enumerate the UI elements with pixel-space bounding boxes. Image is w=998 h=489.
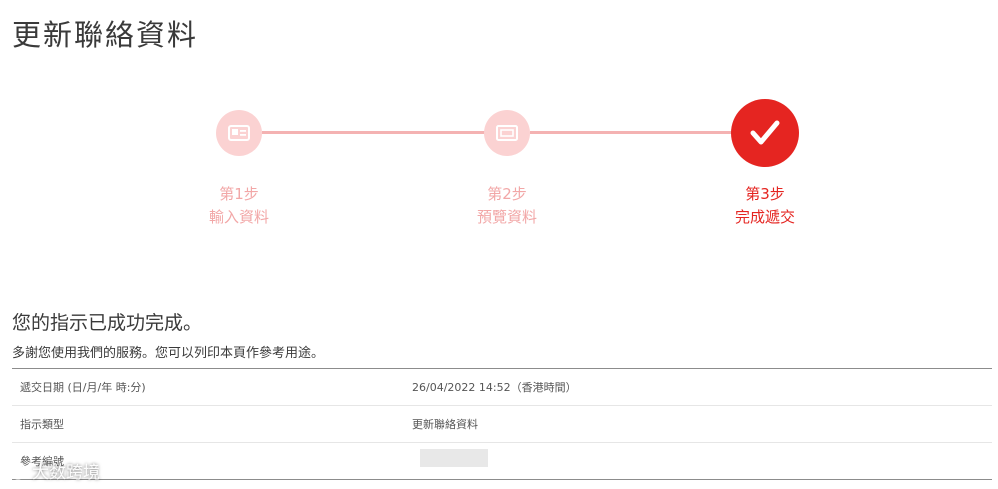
table-row: 參考編號 bbox=[12, 443, 992, 480]
step-connector-1 bbox=[262, 131, 486, 134]
instruction-type-value: 更新聯絡資料 bbox=[412, 418, 478, 431]
checkmark-icon bbox=[750, 120, 780, 145]
id-card-icon bbox=[228, 125, 250, 141]
step-1-label: 輸入資料 bbox=[208, 208, 269, 226]
watermark-text: 大数跨境 bbox=[32, 463, 100, 483]
watermark-logo-icon bbox=[9, 462, 27, 479]
instruction-type-label: 指示類型 bbox=[20, 418, 64, 431]
table-row: 指示類型 更新聯絡資料 bbox=[12, 406, 992, 443]
success-title: 您的指示已成功完成。 bbox=[12, 312, 203, 334]
step-3-label: 完成遞交 bbox=[734, 208, 795, 226]
details-table: 遞交日期 (日/月/年 時:分) 26/04/2022 14:52（香港時間） … bbox=[12, 368, 992, 480]
submission-date-value: 26/04/2022 14:52（香港時間） bbox=[412, 381, 577, 394]
step-3-circle bbox=[731, 99, 799, 167]
table-row: 遞交日期 (日/月/年 時:分) 26/04/2022 14:52（香港時間） bbox=[12, 369, 992, 406]
submission-date-label: 遞交日期 (日/月/年 時:分) bbox=[20, 381, 146, 394]
success-description: 多謝您使用我們的服務。您可以列印本頁作參考用途。 bbox=[12, 346, 325, 361]
step-2-number: 第2步 bbox=[487, 185, 527, 203]
step-1-circle bbox=[216, 110, 262, 156]
step-2-circle bbox=[484, 110, 530, 156]
step-1-number: 第1步 bbox=[219, 185, 259, 203]
step-connector-2 bbox=[530, 131, 732, 134]
watermark: 大数跨境 bbox=[8, 458, 100, 483]
progress-stepper: 第1步 輸入資料 第2步 預覽資料 第3步 完成遞交 bbox=[0, 0, 998, 260]
reference-number-masked bbox=[420, 449, 488, 467]
step-3-number: 第3步 bbox=[745, 185, 785, 203]
preview-icon bbox=[496, 125, 518, 141]
step-2-label: 預覽資料 bbox=[476, 208, 537, 226]
